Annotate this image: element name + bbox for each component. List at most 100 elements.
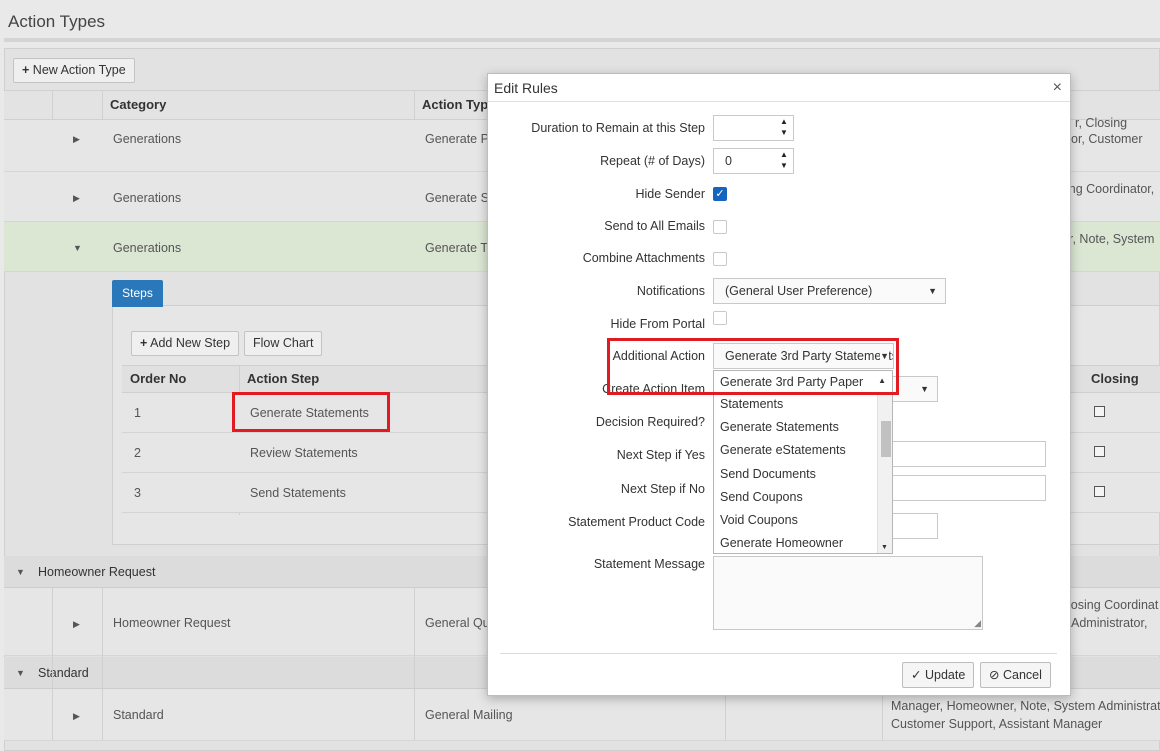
row-action-type: General Mailing [425,708,513,722]
dialog-titlebar: Edit Rules × [488,74,1070,102]
collapse-arrow-icon[interactable]: ▼ [73,243,82,253]
flow-chart-button[interactable]: Flow Chart [244,331,323,356]
expand-arrow-icon[interactable]: ▶ [73,193,80,204]
hide-sender-checkbox[interactable]: ✓ [713,187,727,201]
row-right-text: Customer Support, Assistant Manager [891,717,1103,731]
add-new-step-button[interactable]: + Add New Step [131,331,240,356]
category-column-header[interactable]: Category [110,90,166,120]
dropdown-option[interactable]: Statements [720,397,783,411]
chevron-down-icon: ▼ [920,384,929,394]
checkmark-icon: ✓ [911,668,922,682]
row-action-type: Generate P [425,132,489,146]
group-name: Homeowner Request [38,565,156,579]
dropdown-option[interactable]: Send Coupons [720,490,803,504]
additional-action-dropdown-list: Generate 3rd Party Paper ▲ Statements Ge… [713,370,893,554]
dropdown-option[interactable]: Generate Statements [720,420,839,434]
statement-message-label: Statement Message [593,557,705,571]
row-right-text: losing Coordinat [1068,598,1159,612]
dropdown-option[interactable]: Send Documents [720,467,816,481]
send-all-emails-checkbox[interactable] [713,220,727,234]
update-label: Update [924,668,966,682]
resize-handle-icon[interactable]: ◢ [974,618,981,629]
notifications-value: (General User Preference) [725,284,873,298]
highlight-box [232,392,390,432]
expand-arrow-icon[interactable]: ▶ [73,619,80,630]
row-action-type: General Qu [425,616,490,630]
expand-arrow-icon[interactable]: ▶ [73,134,80,145]
cancel-button[interactable]: ⊘ Cancel [980,662,1051,688]
cancel-icon: ⊘ [989,668,1000,682]
row-right-text: or, Customer [1071,132,1143,146]
group-name: Standard [38,666,89,680]
action-type-column-header[interactable]: Action Type [422,90,495,120]
notifications-label: Notifications [636,284,705,298]
combine-attachments-checkbox[interactable] [713,252,727,266]
row-category: Homeowner Request [113,616,231,630]
notifications-select[interactable]: (General User Preference) ▼ [713,278,946,304]
repeat-days-stepper[interactable]: 0 ▲ ▼ [713,148,794,174]
title-divider [4,38,1160,42]
row-right-text: ing Coordinator, [1066,182,1155,196]
duration-stepper[interactable]: ▲ ▼ [713,115,794,141]
row-category: Generations [113,241,182,255]
dialog-title: Edit Rules [494,80,558,96]
step-order: 1 [134,406,141,420]
collapse-arrow-icon[interactable]: ▼ [16,567,25,577]
row-category: Generations [113,132,182,146]
duration-label: Duration to Remain at this Step [531,121,705,135]
next-step-no-label: Next Step if No [620,482,705,496]
row-category: Standard [113,708,164,722]
expand-arrow-icon[interactable]: ▶ [73,711,80,722]
new-action-type-button[interactable]: + New Action Type [13,58,135,83]
tab-steps[interactable]: Steps [112,280,163,307]
hide-portal-label: Hide From Portal [610,317,705,331]
stepper-arrows-icon[interactable]: ▲ ▼ [775,149,793,173]
dropdown-option[interactable]: Generate eStatements [720,443,846,457]
row-right-text: Manager, Homeowner, Note, System Adminis… [891,699,1160,713]
scroll-down-icon[interactable]: ▼ [881,544,888,551]
next-step-yes-label: Next Step if Yes [616,448,705,462]
close-icon[interactable]: × [1053,79,1062,97]
grid-divider [102,588,103,741]
dropdown-scrollbar[interactable]: ▼ [877,395,892,553]
statement-message-textarea[interactable]: ◢ [713,556,983,630]
plus-icon: + [140,336,148,350]
step-name: Review Statements [250,446,358,460]
plus-icon: + [22,63,30,77]
scrollbar-thumb[interactable] [881,421,891,457]
row-right-text: Administrator, [1071,616,1148,630]
table-row[interactable] [4,689,1160,741]
row-right-text: r, Closing [1075,116,1128,130]
step-order: 2 [134,446,141,460]
highlight-box [607,338,899,395]
stepper-arrows-icon[interactable]: ▲ ▼ [775,116,793,140]
closing-step-checkbox[interactable] [1094,406,1105,417]
update-button[interactable]: ✓ Update [902,662,975,688]
closing-step-checkbox[interactable] [1094,486,1105,497]
collapse-arrow-icon[interactable]: ▼ [16,668,25,678]
repeat-label: Repeat (# of Days) [600,154,705,168]
product-code-label: Statement Product Code [568,515,705,529]
dropdown-option[interactable]: Void Coupons [720,513,798,527]
page-title: Action Types [8,12,106,31]
row-action-type: Generate T [425,241,489,255]
grid-divider [52,588,53,741]
dropdown-option[interactable]: Generate Homeowner [720,536,843,550]
order-no-column-header[interactable]: Order No [130,365,186,393]
new-action-type-label: New Action Type [32,63,126,77]
closing-step-checkbox[interactable] [1094,446,1105,457]
decision-required-label: Decision Required? [595,415,705,429]
closing-step-column-header[interactable]: Closing Step [1091,365,1160,414]
row-category: Generations [113,191,182,205]
row-right-text: r, Note, System [1069,232,1155,246]
action-step-column-header[interactable]: Action Step [247,365,319,393]
grid-divider [725,689,726,741]
grid-divider [414,588,415,741]
edit-rules-dialog: Edit Rules × Duration to Remain at this … [487,73,1071,696]
cancel-label: Cancel [1002,668,1042,682]
hide-sender-label: Hide Sender [635,187,706,201]
repeat-value: 0 [725,154,732,168]
chevron-down-icon: ▼ [928,286,937,296]
step-name: Send Statements [250,486,346,500]
hide-portal-checkbox[interactable] [713,311,727,325]
